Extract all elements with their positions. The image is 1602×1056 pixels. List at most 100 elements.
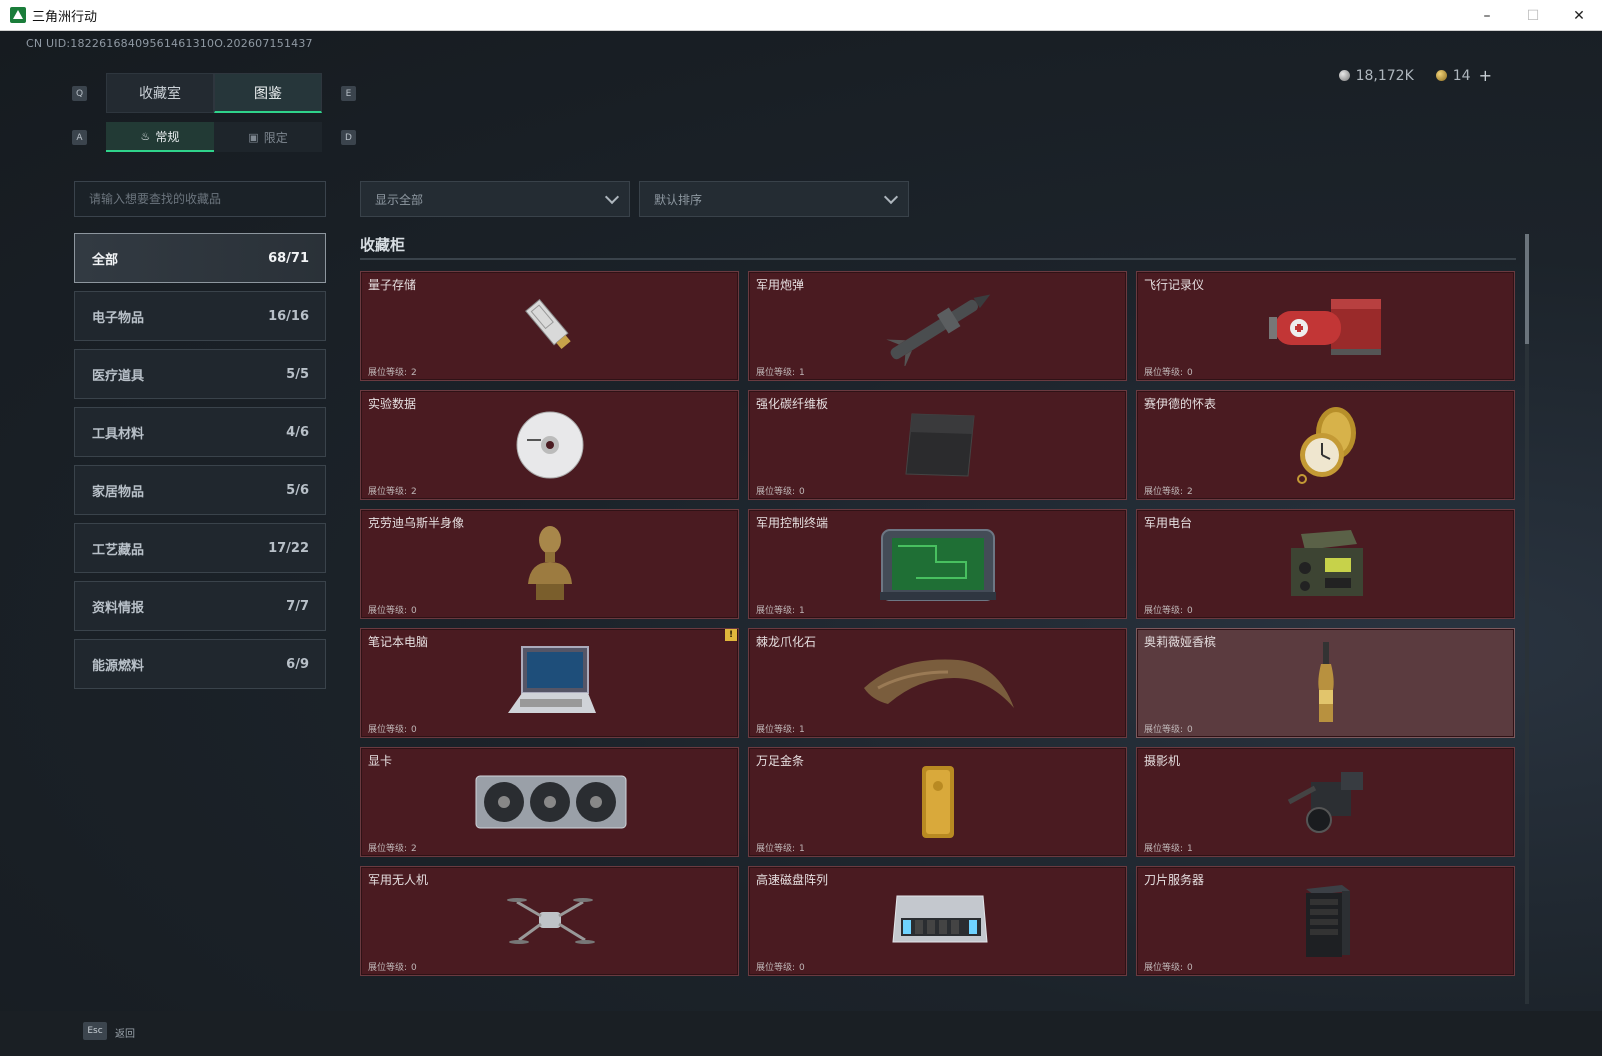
item-card[interactable]: 刀片服务器 展位等级: 0 (1136, 866, 1515, 976)
item-name: 量子存储 (368, 278, 417, 292)
category-label: 电子物品 (92, 310, 145, 326)
level-value: 2 (411, 487, 417, 497)
item-card[interactable]: 量子存储 展位等级: 2 (360, 271, 739, 381)
carbon-plate-icon (898, 410, 978, 484)
flight-recorder-icon (1261, 289, 1391, 367)
subtab-regular-label: 常规 (155, 129, 180, 144)
scrollbar-thumb[interactable] (1525, 234, 1529, 344)
add-currency-button[interactable]: + (1479, 66, 1492, 85)
item-level: 展位等级: 1 (752, 841, 805, 854)
item-level: 展位等级: 1 (752, 365, 805, 378)
category-all[interactable]: 全部 68/71 (74, 233, 326, 283)
close-button[interactable]: ✕ (1556, 0, 1602, 31)
category-label: 医疗道具 (92, 368, 145, 384)
level-label: 展位等级: (368, 963, 408, 973)
item-name: 军用无人机 (368, 873, 429, 887)
graphics-card-icon (470, 766, 630, 842)
item-level: 展位等级: 0 (364, 960, 417, 973)
level-label: 展位等级: (756, 368, 796, 378)
app-logo-icon (10, 7, 26, 23)
category-list: 全部 68/71 电子物品 16/16 医疗道具 5/5 工具材料 4/6 家居… (74, 233, 326, 697)
item-card[interactable]: 飞行记录仪 展位等级: 0 (1136, 271, 1515, 381)
category-intel[interactable]: 资料情报 7/7 (74, 581, 326, 631)
silver-coin-icon (1338, 70, 1350, 81)
tab-catalog[interactable]: 图鉴 (214, 73, 322, 113)
item-level: 展位等级: 2 (364, 841, 417, 854)
level-label: 展位等级: (756, 487, 796, 497)
gold-coin-icon (1435, 70, 1447, 81)
item-name: 显卡 (368, 754, 393, 768)
level-label: 展位等级: (368, 844, 408, 854)
minimize-button[interactable]: – (1464, 0, 1510, 31)
level-label: 展位等级: (1144, 487, 1184, 497)
level-label: 展位等级: (756, 963, 796, 973)
item-card[interactable]: 显卡 展位等级: 2 (360, 747, 739, 857)
category-label: 资料情报 (92, 600, 145, 616)
item-card[interactable]: 赛伊德的怀表 展位等级: 2 (1136, 390, 1515, 500)
subtab-limited[interactable]: ▣ 限定 (214, 122, 322, 152)
category-tools[interactable]: 工具材料 4/6 (74, 407, 326, 457)
item-card[interactable]: 笔记本电脑 ! 展位等级: 0 (360, 628, 739, 738)
sort-dropdown[interactable]: 默认排序 (639, 181, 909, 217)
level-value: 0 (1187, 725, 1193, 735)
category-electronics[interactable]: 电子物品 16/16 (74, 291, 326, 341)
item-card[interactable]: 实验数据 展位等级: 2 (360, 390, 739, 500)
category-label: 全部 (92, 252, 119, 268)
item-name: 棘龙爪化石 (756, 635, 817, 649)
level-value: 1 (799, 844, 805, 854)
item-card[interactable]: 摄影机 展位等级: 1 (1136, 747, 1515, 857)
item-level: 展位等级: 0 (1140, 722, 1193, 735)
item-level: 展位等级: 0 (1140, 960, 1193, 973)
category-crafts[interactable]: 工艺藏品 17/22 (74, 523, 326, 573)
search-input[interactable] (74, 181, 326, 217)
level-value: 1 (1187, 844, 1193, 854)
item-card[interactable]: 万足金条 展位等级: 1 (748, 747, 1127, 857)
category-count: 4/6 (286, 424, 309, 440)
item-card[interactable]: 高速磁盘阵列 展位等级: 0 (748, 866, 1127, 976)
subtab-regular[interactable]: ♨ 常规 (106, 122, 214, 152)
category-energy[interactable]: 能源燃料 6/9 (74, 639, 326, 689)
item-card[interactable]: 强化碳纤维板 展位等级: 0 (748, 390, 1127, 500)
section-title: 收藏柜 (360, 236, 406, 254)
laptop-icon (500, 643, 600, 727)
category-household[interactable]: 家居物品 5/6 (74, 465, 326, 515)
escape-key-button[interactable]: Esc (83, 1022, 107, 1040)
category-count: 68/71 (268, 250, 309, 266)
category-label: 家居物品 (92, 484, 145, 500)
item-name: 克劳迪乌斯半身像 (368, 516, 465, 530)
window-title: 三角洲行动 (32, 9, 98, 25)
category-label: 能源燃料 (92, 658, 145, 674)
gold-amount: 14 (1452, 67, 1471, 84)
item-card[interactable]: 奥莉薇娅香槟 展位等级: 0 (1136, 628, 1515, 738)
maximize-button[interactable]: ☐ (1510, 0, 1556, 31)
currency-bar: 18,172K 14 + (1338, 66, 1492, 85)
item-card[interactable]: 军用无人机 展位等级: 0 (360, 866, 739, 976)
item-card[interactable]: 克劳迪乌斯半身像 展位等级: 0 (360, 509, 739, 619)
category-medical[interactable]: 医疗道具 5/5 (74, 349, 326, 399)
level-label: 展位等级: (1144, 844, 1184, 854)
item-card[interactable]: 军用控制终端 展位等级: 1 (748, 509, 1127, 619)
filter-dropdown[interactable]: 显示全部 (360, 181, 630, 217)
item-level: 展位等级: 0 (1140, 365, 1193, 378)
item-card[interactable]: 军用炮弹 展位等级: 1 (748, 271, 1127, 381)
grid-scrollbar[interactable] (1525, 234, 1529, 1004)
flame-icon: ♨ (140, 129, 151, 143)
claw-fossil-icon (858, 648, 1018, 722)
camera-icon (1281, 762, 1371, 846)
level-value: 0 (411, 606, 417, 616)
level-label: 展位等级: (368, 725, 408, 735)
silver-currency: 18,172K (1338, 66, 1414, 85)
terminal-icon (876, 522, 1000, 610)
item-card[interactable]: 军用电台 展位等级: 0 (1136, 509, 1515, 619)
level-value: 0 (411, 963, 417, 973)
level-value: 0 (1187, 963, 1193, 973)
level-label: 展位等级: (756, 725, 796, 735)
item-name: 军用电台 (1144, 516, 1193, 530)
item-level: 展位等级: 2 (1140, 484, 1193, 497)
tab-collection-room[interactable]: 收藏室 (106, 73, 214, 113)
level-label: 展位等级: (368, 606, 408, 616)
item-card[interactable]: 棘龙爪化石 展位等级: 1 (748, 628, 1127, 738)
item-level: 展位等级: 2 (364, 365, 417, 378)
category-label: 工艺藏品 (92, 542, 145, 558)
category-count: 17/22 (268, 540, 309, 556)
